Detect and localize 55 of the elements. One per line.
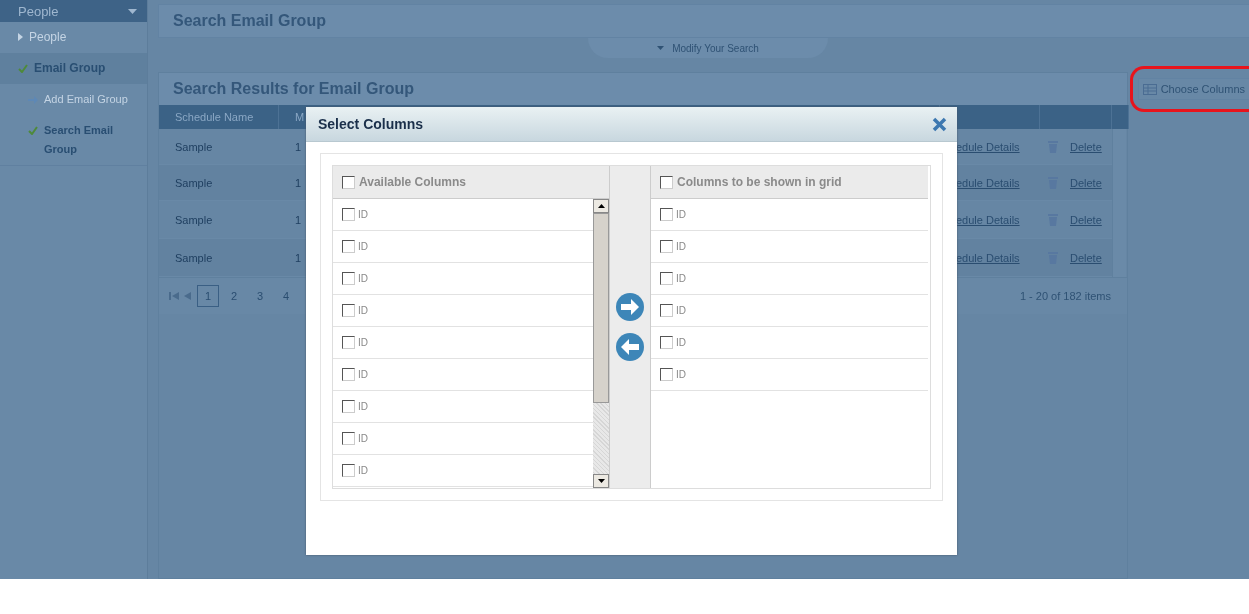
column-label: ID — [676, 241, 686, 252]
column-label: ID — [676, 305, 686, 316]
column-label: ID — [358, 305, 368, 316]
list-heading: Columns to be shown in grid — [677, 175, 842, 189]
page-button[interactable]: 3 — [249, 285, 271, 307]
column-label: ID — [358, 337, 368, 348]
delete-link[interactable]: Delete — [1070, 176, 1102, 189]
list-row[interactable]: ID — [333, 199, 593, 231]
column-label: ID — [358, 369, 368, 380]
list-row[interactable]: ID — [651, 295, 928, 327]
list-row[interactable]: ID — [333, 231, 593, 263]
page-button[interactable]: 1 — [197, 285, 219, 307]
list-row[interactable]: ID — [651, 199, 928, 231]
column-label: ID — [676, 209, 686, 220]
column-label: ID — [358, 401, 368, 412]
column-header[interactable]: Schedule Name — [159, 105, 279, 129]
list-row[interactable]: ID — [333, 327, 593, 359]
column-label: ID — [358, 465, 368, 476]
list-row[interactable]: ID — [333, 391, 593, 423]
sidebar-item[interactable]: Add Email Group — [0, 84, 147, 115]
table-cell: Sample — [159, 165, 279, 201]
column-label: ID — [358, 209, 368, 220]
sidebar-header[interactable]: People — [0, 0, 147, 22]
column-label: ID — [676, 337, 686, 348]
delete-link[interactable]: Delete — [1070, 251, 1102, 264]
delete-link[interactable]: Delete — [1070, 140, 1102, 153]
list-heading: Available Columns — [359, 175, 466, 189]
sidebar-item[interactable]: People — [0, 22, 147, 53]
column-label: ID — [358, 241, 368, 252]
list-row[interactable]: ID — [651, 359, 928, 391]
list-row[interactable]: ID — [333, 295, 593, 327]
list-row[interactable]: ID — [333, 263, 593, 295]
list-row[interactable]: ID — [651, 263, 928, 295]
list-row[interactable]: ID — [651, 327, 928, 359]
column-label: ID — [358, 433, 368, 444]
list-row[interactable]: ID — [651, 231, 928, 263]
results-title: Search Results for Email Group — [173, 80, 414, 98]
page-title: Search Email Group — [173, 12, 326, 30]
modify-search-toggle[interactable]: Modify Your Search — [588, 38, 828, 58]
dialog-title: Select Columns — [318, 116, 424, 132]
list-row[interactable]: ID — [333, 359, 593, 391]
column-label: ID — [676, 369, 686, 380]
details-link[interactable]: edule Details — [956, 140, 1020, 153]
column-label: ID — [676, 273, 686, 284]
page-button[interactable]: 4 — [275, 285, 297, 307]
sidebar-title: People — [18, 3, 59, 19]
choose-columns-button[interactable]: Choose Columns — [1137, 78, 1249, 100]
list-row[interactable]: ID — [333, 423, 593, 455]
list-row[interactable]: ID — [333, 455, 593, 487]
details-link[interactable]: edule Details — [956, 213, 1020, 226]
sidebar-item[interactable]: Search Email Group — [0, 115, 147, 166]
delete-link[interactable]: Delete — [1070, 213, 1102, 226]
table-cell: Sample — [159, 239, 279, 277]
page-button[interactable]: 2 — [223, 285, 245, 307]
column-label: ID — [358, 273, 368, 284]
